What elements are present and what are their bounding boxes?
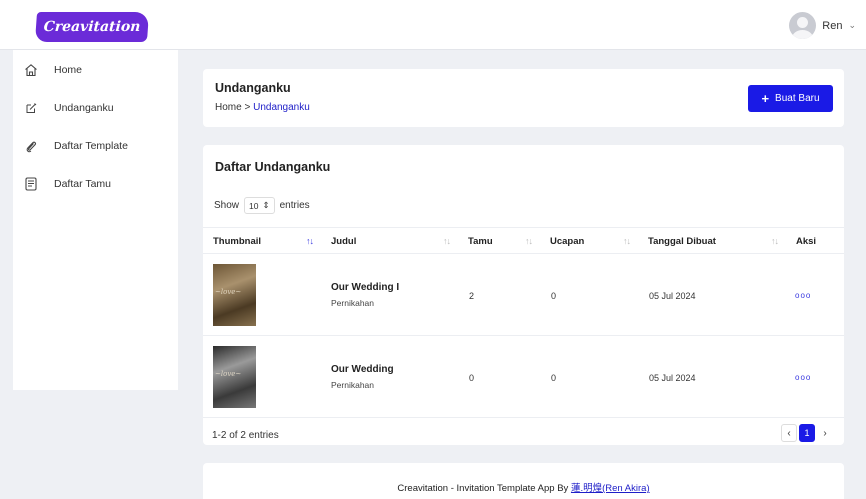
invitation-title[interactable]: Our Wedding [331, 364, 394, 375]
ucapan-count: 0 [551, 291, 557, 301]
pagination-prev-button[interactable]: ‹ [781, 424, 797, 442]
page-title: Undanganku [215, 81, 291, 95]
pagination: ‹ 1 › [781, 424, 833, 442]
breadcrumb-separator: > [244, 102, 251, 113]
thumbnail-script: ~love~ [215, 288, 242, 296]
thumbnail-image[interactable]: ~love~ [213, 346, 256, 408]
sort-icon[interactable]: ↑↓ [306, 236, 314, 246]
home-icon [23, 62, 39, 78]
footer-credit: Creavitation - Invitation Template App B… [397, 483, 571, 494]
invitation-type: Pernikahan [331, 298, 375, 308]
column-header-aksi: Aksi [796, 236, 817, 247]
sort-icon[interactable]: ↑↓ [771, 236, 779, 246]
column-header-thumbnail[interactable]: Thumbnail [213, 236, 261, 247]
author-link[interactable]: 蓮.明煌(Ren Akira) [571, 483, 650, 494]
column-header-tanggal-dibuat[interactable]: Tanggal Dibuat [648, 236, 716, 247]
edit-icon [23, 100, 39, 116]
sidebar-item-daftar-template[interactable]: Daftar Template [13, 127, 178, 165]
guest-list-icon [23, 176, 39, 192]
footer-text: Creavitation - Invitation Template App B… [203, 480, 844, 494]
pagination-next-button[interactable]: › [817, 424, 833, 442]
avatar[interactable] [789, 12, 817, 39]
page-length-select[interactable]: 10 ⇕ [244, 197, 275, 214]
table-header: Thumbnail ↑↓ Judul ↑↓ Tamu ↑↓ Ucapan ↑↓ … [203, 227, 844, 254]
column-header-tamu[interactable]: Tamu [468, 236, 493, 247]
more-actions-icon[interactable]: ooo [795, 291, 811, 300]
select-arrows-icon: ⇕ [262, 200, 270, 210]
paperclip-icon [23, 138, 39, 154]
chevron-down-icon[interactable]: ⌄ [848, 20, 856, 31]
footer-card: Creavitation - Invitation Template App B… [203, 463, 844, 499]
sidebar-item-label: Undanganku [54, 102, 114, 114]
plus-icon: + [761, 91, 770, 106]
invitation-type: Pernikahan [331, 380, 375, 390]
sort-icon[interactable]: ↑↓ [623, 236, 631, 246]
show-prefix: Show [214, 200, 240, 211]
page-header-card: Undanganku Home > Undanganku + Buat Baru [203, 69, 844, 127]
table-row: ~love~ Our Wedding Pernikahan 0 0 05 Jul… [203, 336, 844, 418]
user-menu[interactable]: Ren ⌄ [789, 12, 856, 39]
sidebar-item-undanganku[interactable]: Undanganku [13, 89, 178, 127]
column-header-ucapan[interactable]: Ucapan [550, 236, 584, 247]
list-title: Daftar Undanganku [215, 160, 331, 174]
sidebar-item-daftar-tamu[interactable]: Daftar Tamu [13, 165, 178, 203]
top-bar: Creavitation Ren ⌄ [0, 0, 866, 50]
sidebar: Home Undanganku Daftar Template Daftar T… [13, 50, 178, 390]
table-row: ~love~ Our Wedding I Pernikahan 2 0 05 J… [203, 254, 844, 336]
sidebar-item-label: Home [54, 64, 83, 76]
invitation-list-card: Daftar Undanganku Show 10 ⇕ entries Thum… [203, 145, 844, 445]
thumbnail-script: ~love~ [215, 370, 242, 378]
invitation-title[interactable]: Our Wedding I [331, 282, 399, 293]
thumbnail-image[interactable]: ~love~ [213, 264, 256, 326]
sort-icon[interactable]: ↑↓ [443, 236, 451, 246]
column-header-judul[interactable]: Judul [331, 236, 356, 247]
buat-baru-label: Buat Baru [775, 93, 820, 104]
ucapan-count: 0 [551, 373, 557, 383]
logo[interactable]: Creavitation [34, 12, 150, 42]
page-length-value: 10 [249, 200, 259, 211]
sort-icon[interactable]: ↑↓ [525, 236, 533, 246]
sidebar-item-home[interactable]: Home [13, 51, 178, 89]
created-date: 05 Jul 2024 [649, 373, 696, 383]
sidebar-item-label: Daftar Template [54, 140, 128, 152]
user-name[interactable]: Ren [822, 20, 842, 32]
tamu-count: 0 [469, 373, 475, 383]
more-actions-icon[interactable]: ooo [795, 373, 811, 382]
pagination-page-button[interactable]: 1 [799, 424, 815, 442]
sidebar-item-label: Daftar Tamu [54, 178, 111, 190]
breadcrumb: Home > Undanganku [215, 102, 310, 113]
created-date: 05 Jul 2024 [649, 291, 696, 301]
page-length-control: Show 10 ⇕ entries [214, 197, 310, 214]
breadcrumb-home[interactable]: Home [215, 102, 242, 113]
breadcrumb-current: Undanganku [253, 102, 310, 113]
buat-baru-button[interactable]: + Buat Baru [748, 85, 833, 112]
entries-info: 1-2 of 2 entries [212, 430, 279, 441]
show-suffix: entries [279, 200, 310, 211]
tamu-count: 2 [469, 291, 475, 301]
